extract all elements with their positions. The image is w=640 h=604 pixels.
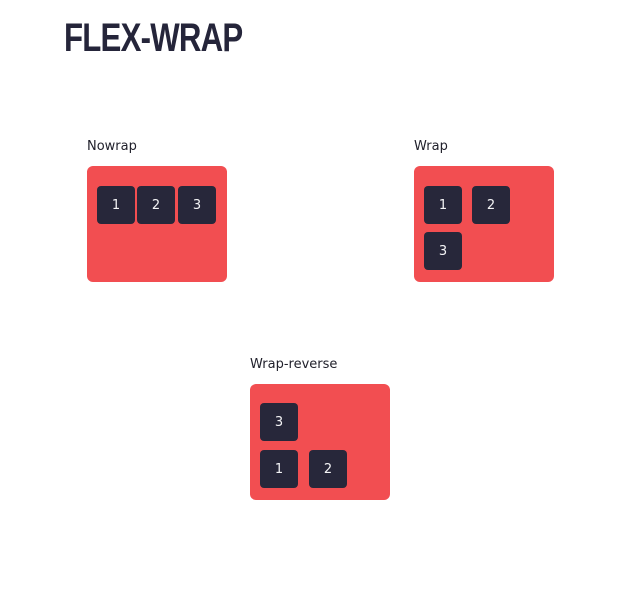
flex-item: 1 xyxy=(97,186,135,224)
nowrap-label: Nowrap xyxy=(87,139,137,154)
flex-item: 3 xyxy=(178,186,216,224)
flex-item: 1 xyxy=(260,450,298,488)
flex-item: 2 xyxy=(137,186,175,224)
wrap-label: Wrap xyxy=(414,139,448,154)
nowrap-container: 1 2 3 xyxy=(87,166,227,282)
flex-item: 3 xyxy=(424,232,462,270)
wrap-reverse-label: Wrap-reverse xyxy=(250,357,338,372)
flex-item: 3 xyxy=(260,403,298,441)
flex-item: 1 xyxy=(424,186,462,224)
flex-item: 2 xyxy=(472,186,510,224)
wrap-reverse-container: 3 1 2 xyxy=(250,384,390,500)
page-title: FLEX-WRAP xyxy=(64,16,243,60)
flex-item: 2 xyxy=(309,450,347,488)
wrap-container: 1 2 3 xyxy=(414,166,554,282)
